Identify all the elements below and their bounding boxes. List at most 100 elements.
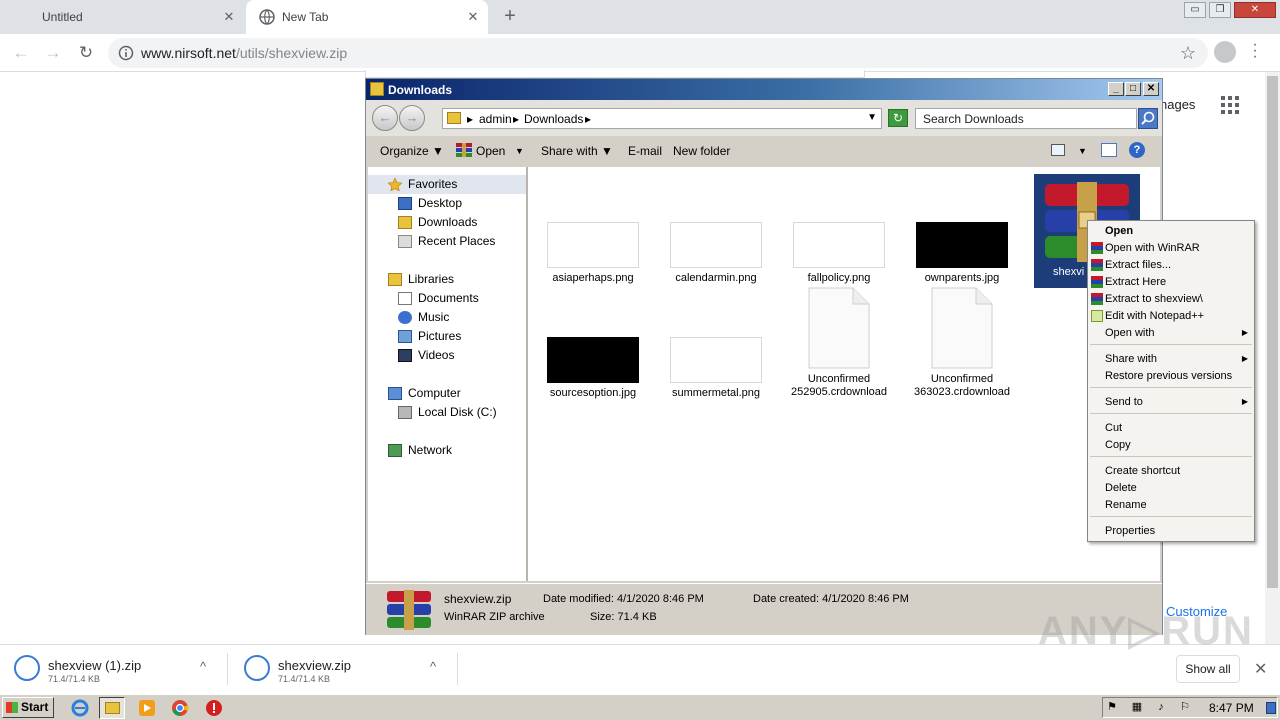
menu-item-create-shortcut[interactable]: Create shortcut bbox=[1088, 463, 1254, 479]
nav-videos[interactable]: Videos bbox=[368, 346, 526, 365]
file-item[interactable]: sourcesoption.jpg bbox=[538, 337, 648, 400]
help-icon[interactable]: ? bbox=[1129, 142, 1145, 158]
menu-item-rename[interactable]: Rename bbox=[1088, 497, 1254, 513]
organize-button[interactable]: Organize ▼ bbox=[380, 144, 444, 158]
breadcrumb-arrow-icon[interactable]: ▸ bbox=[513, 112, 519, 126]
menu-item-restore-versions[interactable]: Restore previous versions bbox=[1088, 368, 1254, 384]
file-item[interactable]: fallpolicy.png bbox=[784, 222, 894, 285]
window-maximize-button[interactable]: ❐ bbox=[1209, 2, 1231, 18]
window-close-button[interactable]: ✕ bbox=[1234, 2, 1276, 18]
stop-icon[interactable] bbox=[205, 699, 223, 717]
ntp-search-box[interactable] bbox=[365, 70, 865, 78]
new-tab-button[interactable]: + bbox=[500, 6, 520, 26]
search-input[interactable]: Search Downloads bbox=[915, 108, 1137, 129]
preview-pane-icon[interactable] bbox=[1101, 143, 1117, 157]
menu-item-delete[interactable]: Delete bbox=[1088, 480, 1254, 496]
chrome-menu-icon[interactable]: · · · bbox=[1251, 37, 1259, 65]
show-desktop-icon[interactable] bbox=[1266, 702, 1276, 714]
menu-item-extract-to[interactable]: Extract to shexview\ bbox=[1088, 291, 1254, 307]
breadcrumb-arrow-icon[interactable]: ▸ bbox=[467, 112, 473, 126]
open-button[interactable]: Open bbox=[476, 144, 505, 158]
ntp-images-link[interactable]: nages bbox=[1160, 97, 1195, 112]
menu-item-cut[interactable]: Cut bbox=[1088, 420, 1254, 436]
file-item[interactable]: Unconfirmed 252905.crdownload bbox=[784, 287, 894, 399]
file-item[interactable]: asiaperhaps.png bbox=[538, 222, 648, 285]
nav-recent-places[interactable]: Recent Places bbox=[368, 232, 526, 251]
nav-documents[interactable]: Documents bbox=[368, 289, 526, 308]
apps-grid-icon[interactable] bbox=[1221, 96, 1239, 114]
nav-libraries[interactable]: Libraries bbox=[368, 270, 526, 289]
new-folder-button[interactable]: New folder bbox=[673, 144, 730, 158]
file-item[interactable]: ownparents.jpg bbox=[907, 222, 1017, 285]
windows-explorer-taskbar-button[interactable] bbox=[99, 697, 125, 719]
action-center-icon[interactable]: ⚐ bbox=[1179, 701, 1191, 714]
close-icon[interactable]: ✕ bbox=[1254, 659, 1267, 679]
internet-explorer-icon[interactable] bbox=[71, 699, 89, 717]
refresh-icon[interactable]: ↻ bbox=[888, 109, 908, 127]
chevron-down-icon[interactable]: ▼ bbox=[515, 146, 524, 156]
breadcrumb[interactable]: ▸ admin ▸ Downloads ▸ ▼ bbox=[442, 108, 882, 129]
explorer-minimize-button[interactable]: _ bbox=[1108, 82, 1124, 96]
nav-local-disk[interactable]: Local Disk (C:) bbox=[368, 403, 526, 422]
explorer-maximize-button[interactable]: □ bbox=[1125, 82, 1141, 96]
chevron-down-icon[interactable]: ▼ bbox=[1078, 146, 1087, 156]
chevron-down-icon[interactable]: ▼ bbox=[867, 112, 877, 123]
tab-untitled[interactable]: Untitled ✕ bbox=[0, 0, 244, 34]
menu-item-open-with-winrar[interactable]: Open with WinRAR bbox=[1088, 240, 1254, 256]
nav-network[interactable]: Network bbox=[368, 441, 526, 460]
info-icon[interactable] bbox=[118, 45, 134, 61]
breadcrumb-admin[interactable]: admin bbox=[479, 112, 512, 126]
page-scrollbar[interactable] bbox=[1265, 72, 1280, 644]
reload-button[interactable]: ↻ bbox=[75, 42, 97, 64]
menu-item-open[interactable]: Open bbox=[1088, 223, 1254, 239]
breadcrumb-arrow-icon[interactable]: ▸ bbox=[585, 112, 591, 126]
download-item[interactable]: shexview (1).zip 71.4/71.4 KB ^ bbox=[0, 645, 228, 693]
share-with-button[interactable]: Share with ▼ bbox=[541, 144, 613, 158]
show-all-button[interactable]: Show all bbox=[1176, 655, 1240, 683]
file-item[interactable]: calendarmin.png bbox=[661, 222, 771, 285]
start-button[interactable]: Start bbox=[2, 697, 54, 718]
flag-icon[interactable]: ⚑ bbox=[1106, 701, 1118, 714]
nav-desktop[interactable]: Desktop bbox=[368, 194, 526, 213]
nav-music[interactable]: Music bbox=[368, 308, 526, 327]
email-button[interactable]: E-mail bbox=[628, 144, 662, 158]
bookmark-star-icon[interactable]: ☆ bbox=[1180, 43, 1196, 64]
menu-item-extract-files[interactable]: Extract files... bbox=[1088, 257, 1254, 273]
download-item[interactable]: shexview.zip 71.4/71.4 KB ^ bbox=[230, 645, 458, 693]
chevron-up-icon[interactable]: ^ bbox=[430, 659, 436, 674]
menu-item-copy[interactable]: Copy bbox=[1088, 437, 1254, 453]
nav-favorites[interactable]: Favorites bbox=[368, 175, 526, 194]
explorer-forward-button[interactable]: → bbox=[399, 105, 425, 131]
volume-icon[interactable]: ♪ bbox=[1155, 701, 1167, 714]
search-icon[interactable] bbox=[1138, 108, 1158, 129]
menu-item-send-to[interactable]: Send to ▶ bbox=[1088, 394, 1254, 410]
explorer-titlebar[interactable]: Downloads _ □ ✕ bbox=[366, 79, 1162, 100]
tab-new-tab[interactable]: New Tab ✕ bbox=[246, 0, 488, 34]
file-item[interactable]: summermetal.png bbox=[661, 337, 771, 400]
menu-item-properties[interactable]: Properties bbox=[1088, 523, 1254, 539]
nav-pictures[interactable]: Pictures bbox=[368, 327, 526, 346]
network-icon[interactable]: ▦ bbox=[1131, 701, 1143, 714]
change-view-icon[interactable] bbox=[1051, 144, 1065, 156]
menu-item-extract-here[interactable]: Extract Here bbox=[1088, 274, 1254, 290]
file-item[interactable]: Unconfirmed 363023.crdownload bbox=[907, 287, 1017, 399]
back-button[interactable]: ← bbox=[10, 42, 32, 64]
window-minimize-button[interactable]: ▭ bbox=[1184, 2, 1206, 18]
explorer-back-button[interactable]: ← bbox=[372, 105, 398, 131]
address-bar[interactable]: www.nirsoft.net/utils/shexview.zip ☆ bbox=[108, 38, 1208, 68]
forward-button[interactable]: → bbox=[42, 42, 64, 64]
menu-item-share-with[interactable]: Share with ▶ bbox=[1088, 351, 1254, 367]
menu-item-edit-notepad[interactable]: Edit with Notepad++ bbox=[1088, 308, 1254, 324]
menu-item-open-with[interactable]: Open with ▶ bbox=[1088, 325, 1254, 341]
nav-computer[interactable]: Computer bbox=[368, 384, 526, 403]
scrollbar-thumb[interactable] bbox=[1267, 76, 1278, 588]
tab-close-icon[interactable]: ✕ bbox=[466, 10, 480, 24]
breadcrumb-downloads[interactable]: Downloads bbox=[524, 112, 583, 126]
profile-avatar[interactable] bbox=[1214, 41, 1236, 63]
tab-close-icon[interactable]: ✕ bbox=[222, 10, 236, 24]
chevron-up-icon[interactable]: ^ bbox=[200, 659, 206, 674]
explorer-close-button[interactable]: ✕ bbox=[1143, 82, 1159, 96]
chrome-icon[interactable] bbox=[171, 699, 189, 717]
media-player-icon[interactable] bbox=[138, 699, 156, 717]
nav-downloads[interactable]: Downloads bbox=[368, 213, 526, 232]
